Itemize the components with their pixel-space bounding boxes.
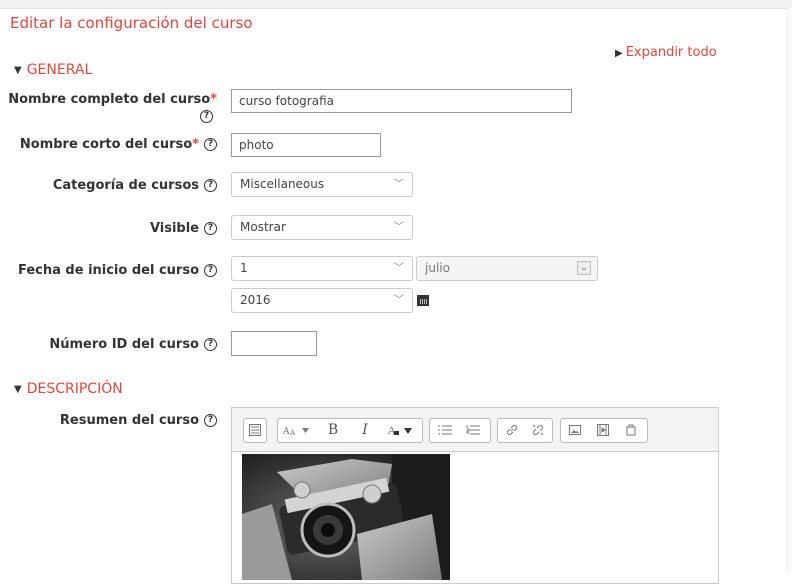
shortname-label: Nombre corto del curso*?: [20, 137, 217, 152]
help-icon[interactable]: ?: [204, 338, 217, 351]
category-label: Categoría de cursos?: [53, 178, 217, 193]
collapse-triangle-icon: ▼: [14, 384, 22, 395]
unordered-list-icon[interactable]: [434, 419, 456, 442]
idnumber-input[interactable]: [231, 331, 317, 356]
chevron-down-icon: ﹀: [394, 179, 404, 190]
startdate-day-value: 1: [240, 261, 248, 275]
summary-label: Resumen del curso?: [60, 413, 217, 428]
unlink-icon[interactable]: [527, 419, 549, 442]
startdate-year-select[interactable]: 2016 ﹀: [231, 288, 413, 313]
startdate-label: Fecha de inicio del curso?: [18, 263, 217, 278]
expand-icon: ▶: [615, 48, 623, 59]
toolbar-group: AA B I A: [277, 418, 423, 443]
help-icon[interactable]: ?: [204, 414, 217, 427]
help-icon[interactable]: ?: [204, 222, 217, 235]
toolbar-group: [560, 418, 648, 443]
expand-all-label: Expandir todo: [625, 45, 717, 60]
chevron-down-icon: ﹀: [394, 222, 404, 233]
ordered-list-icon[interactable]: [462, 419, 484, 442]
startdate-month-select[interactable]: julio ⌄: [416, 256, 598, 281]
fullname-label-text: Nombre completo del curso: [8, 92, 211, 107]
visible-select-value: Mostrar: [240, 220, 286, 234]
course-summary-image: [242, 454, 450, 580]
collapse-triangle-icon: ▼: [14, 65, 22, 76]
manage-files-icon[interactable]: [620, 419, 642, 442]
category-label-text: Categoría de cursos: [52, 178, 199, 193]
link-icon[interactable]: [501, 419, 523, 442]
idnumber-label: Número ID del curso?: [49, 337, 217, 352]
scrollbar-track[interactable]: [787, 8, 792, 573]
category-select[interactable]: Miscellaneous ﹀: [231, 172, 413, 197]
shortname-input[interactable]: photo: [231, 133, 381, 157]
page-title: Editar la configuración del curso: [10, 14, 253, 32]
bold-icon[interactable]: B: [322, 419, 344, 442]
calendar-icon[interactable]: [417, 295, 429, 306]
startdate-label-text: Fecha de inicio del curso: [17, 263, 199, 278]
summary-editor[interactable]: AA B I A: [231, 407, 719, 584]
help-icon[interactable]: ?: [204, 264, 217, 277]
svg-text:A: A: [282, 427, 290, 436]
category-select-value: Miscellaneous: [240, 177, 325, 191]
svg-text:A: A: [289, 429, 296, 436]
visible-label: Visible?: [150, 221, 217, 236]
font-color-icon[interactable]: A: [382, 419, 420, 442]
chevron-down-icon: ﹀: [394, 263, 404, 274]
required-mark: *: [210, 92, 217, 107]
summary-label-text: Resumen del curso: [59, 413, 199, 428]
shortname-label-text: Nombre corto del curso: [19, 137, 193, 152]
fullname-label: Nombre completo del curso*: [8, 92, 217, 107]
toolbar-group: [243, 418, 267, 443]
editor-toolbar: AA B I A: [232, 408, 718, 452]
section-description-label: DESCRIPCIÓN: [26, 381, 123, 397]
fullname-input[interactable]: curso fotografia: [231, 89, 572, 113]
section-general-label: GENERAL: [26, 62, 93, 78]
startdate-month-value: julio: [425, 261, 450, 275]
section-description-header[interactable]: ▼ DESCRIPCIÓN: [14, 381, 123, 397]
visible-label-text: Visible: [149, 221, 199, 236]
image-icon[interactable]: [564, 419, 586, 442]
startdate-day-select[interactable]: 1 ﹀: [231, 256, 413, 281]
font-style-icon[interactable]: AA: [278, 419, 316, 442]
media-icon[interactable]: [592, 419, 614, 442]
help-icon[interactable]: ?: [204, 179, 217, 192]
toolbar-group: [497, 418, 553, 443]
expand-all-link[interactable]: ▶ Expandir todo: [615, 45, 717, 60]
browser-top-strip: [0, 0, 792, 9]
idnumber-label-text: Número ID del curso: [49, 337, 199, 352]
help-icon[interactable]: ?: [204, 138, 217, 151]
required-mark: *: [192, 137, 199, 152]
chevron-down-icon: ⌄: [577, 261, 591, 275]
help-icon[interactable]: ?: [200, 110, 213, 123]
chevron-down-icon: ﹀: [394, 295, 404, 306]
section-general-header[interactable]: ▼ GENERAL: [14, 62, 92, 78]
italic-icon[interactable]: I: [354, 419, 376, 442]
toolbar-toggle-icon[interactable]: [244, 419, 266, 442]
visible-select[interactable]: Mostrar ﹀: [231, 215, 413, 240]
toolbar-group: [429, 418, 491, 443]
startdate-year-value: 2016: [240, 293, 271, 307]
